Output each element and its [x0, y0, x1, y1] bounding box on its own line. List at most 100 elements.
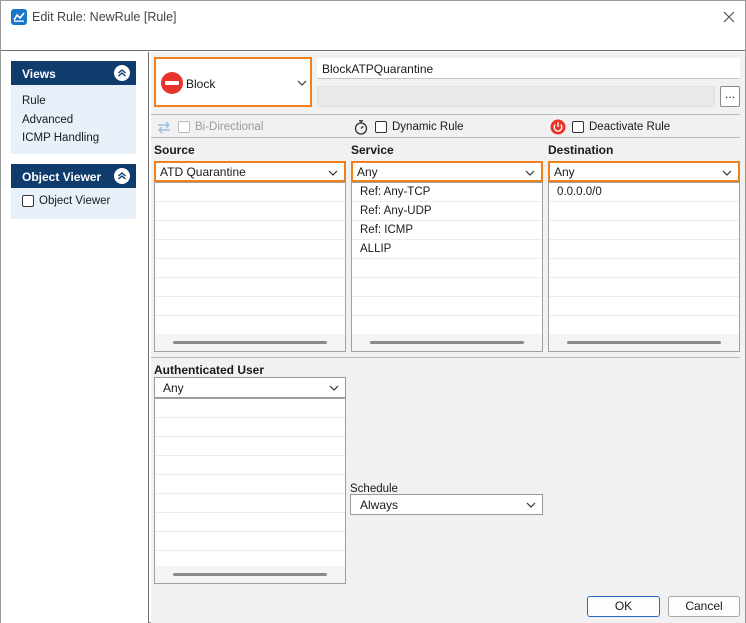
authenticated-user-selected: Any	[163, 381, 184, 395]
collapse-icon[interactable]	[114, 168, 130, 184]
list-item[interactable]: Ref: Any-TCP	[352, 183, 542, 202]
chevron-down-icon	[329, 385, 339, 391]
deactivate-rule-option[interactable]: Deactivate Rule	[550, 119, 670, 135]
list-item	[155, 221, 345, 240]
list-item[interactable]: ALLIP	[352, 240, 542, 259]
authenticated-user-list[interactable]	[154, 398, 346, 584]
separator	[151, 137, 740, 138]
app-icon	[11, 9, 27, 25]
block-icon	[161, 72, 183, 94]
more-button[interactable]: ...	[720, 86, 740, 107]
scrollbar-thumb[interactable]	[173, 341, 327, 344]
schedule-combo[interactable]: Always	[350, 494, 543, 515]
schedule-selected: Always	[360, 498, 399, 512]
cancel-button[interactable]: Cancel	[668, 596, 740, 617]
source-list[interactable]	[154, 182, 346, 352]
dynamic-rule-checkbox[interactable]	[375, 121, 387, 133]
separator	[151, 357, 740, 358]
chevron-down-icon	[297, 80, 307, 86]
bidirectional-checkbox	[178, 121, 190, 133]
close-icon[interactable]	[717, 5, 741, 29]
list-item[interactable]: Ref: Any-UDP	[352, 202, 542, 221]
scrollbar-thumb[interactable]	[370, 341, 524, 344]
dynamic-rule-label: Dynamic Rule	[392, 121, 464, 133]
authenticated-user-combo[interactable]: Any	[154, 377, 346, 398]
list-item	[352, 297, 542, 316]
bidirectional-label: Bi-Directional	[195, 121, 264, 133]
ok-button[interactable]: OK	[587, 596, 660, 617]
sidebar: Views Rule Advanced ICMP Handling Object…	[1, 52, 149, 623]
list-item[interactable]: Ref: ICMP	[352, 221, 542, 240]
stopwatch-icon	[353, 119, 369, 135]
collapse-icon[interactable]	[114, 65, 130, 81]
list-item[interactable]: 0.0.0.0/0	[549, 183, 739, 202]
list-item	[155, 418, 345, 437]
dynamic-rule-option[interactable]: Dynamic Rule	[353, 119, 464, 135]
list-item	[155, 399, 345, 418]
list-item	[155, 278, 345, 297]
destination-combo[interactable]: Any	[548, 161, 740, 182]
destination-selected: Any	[554, 165, 575, 179]
service-scrollbar[interactable]	[352, 334, 542, 351]
nav-item-advanced[interactable]: Advanced	[11, 111, 136, 130]
list-item	[155, 437, 345, 456]
object-viewer-panel-header[interactable]: Object Viewer	[11, 164, 136, 188]
nav-item-rule[interactable]: Rule	[11, 92, 136, 111]
list-item	[549, 297, 739, 316]
list-item	[549, 202, 739, 221]
destination-list[interactable]: 0.0.0.0/0	[548, 182, 740, 352]
authenticated-user-header: Authenticated User	[154, 363, 265, 377]
list-item	[549, 259, 739, 278]
service-combo[interactable]: Any	[351, 161, 543, 182]
chevron-down-icon	[525, 170, 535, 176]
list-item	[155, 456, 345, 475]
list-item	[155, 494, 345, 513]
views-panel-header[interactable]: Views	[11, 61, 136, 85]
authenticated-user-scrollbar[interactable]	[155, 566, 345, 583]
window-title: Edit Rule: NewRule [Rule]	[32, 10, 177, 24]
toolbar-strip	[1, 33, 745, 51]
service-selected: Any	[357, 165, 378, 179]
list-item	[352, 259, 542, 278]
destination-header: Destination	[548, 143, 614, 157]
chevron-down-icon	[328, 170, 338, 176]
scrollbar-thumb[interactable]	[173, 573, 327, 576]
list-item	[155, 532, 345, 551]
chevron-down-icon	[722, 170, 732, 176]
source-combo[interactable]: ATD Quarantine	[154, 161, 346, 182]
list-item	[155, 240, 345, 259]
list-item	[155, 513, 345, 532]
list-item	[155, 297, 345, 316]
list-item	[155, 183, 345, 202]
action-dropdown[interactable]: Block	[154, 57, 312, 107]
action-label: Block	[186, 77, 216, 91]
list-item	[155, 202, 345, 221]
deactivate-rule-label: Deactivate Rule	[589, 121, 671, 133]
title-bar: Edit Rule: NewRule [Rule]	[1, 1, 745, 33]
list-item	[549, 221, 739, 240]
chevron-down-icon	[526, 502, 536, 508]
scrollbar-thumb[interactable]	[567, 341, 721, 344]
nav-item-icmp-handling[interactable]: ICMP Handling	[11, 129, 136, 148]
bidirectional-option: Bi-Directional	[156, 119, 263, 135]
list-item	[549, 278, 739, 297]
destination-scrollbar[interactable]	[549, 334, 739, 351]
list-item	[549, 240, 739, 259]
rule-name-input[interactable]: BlockATPQuarantine	[317, 58, 740, 79]
object-viewer-checkbox[interactable]	[22, 195, 34, 207]
object-viewer-toggle[interactable]: Object Viewer	[11, 188, 136, 214]
power-icon	[550, 119, 566, 135]
object-viewer-panel-title: Object Viewer	[22, 170, 102, 184]
edit-rule-dialog: Edit Rule: NewRule [Rule] Views Rule Adv…	[0, 0, 746, 623]
service-list[interactable]: Ref: Any-TCP Ref: Any-UDP Ref: ICMP ALLI…	[351, 182, 543, 352]
list-item	[155, 259, 345, 278]
source-scrollbar[interactable]	[155, 334, 345, 351]
bidirectional-arrows-icon	[156, 119, 172, 135]
source-selected: ATD Quarantine	[160, 165, 246, 179]
rule-comment-input[interactable]	[317, 86, 715, 107]
deactivate-rule-checkbox[interactable]	[572, 121, 584, 133]
object-viewer-checkbox-label: Object Viewer	[39, 195, 111, 207]
views-panel-title: Views	[22, 67, 56, 81]
source-header: Source	[154, 143, 195, 157]
service-header: Service	[351, 143, 394, 157]
